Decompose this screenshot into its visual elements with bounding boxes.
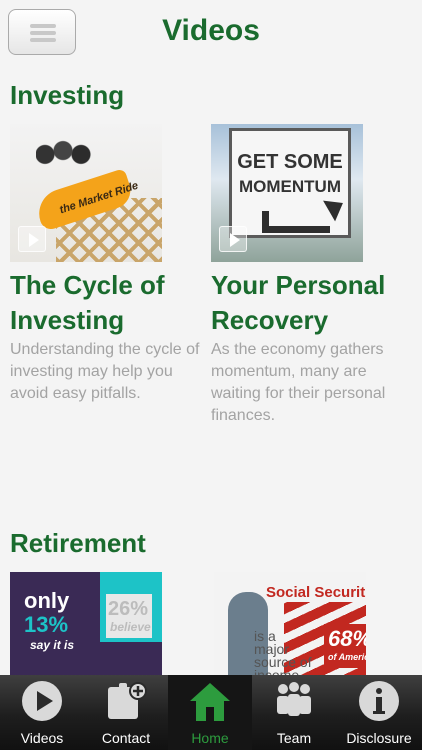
thumb-text: Social Securit bbox=[266, 584, 366, 601]
video-thumbnail[interactable]: GET SOME MOMENTUM bbox=[211, 124, 363, 262]
tab-videos[interactable]: Videos bbox=[0, 675, 84, 750]
top-bar: Videos bbox=[0, 0, 422, 64]
sign-line: GET SOME bbox=[237, 151, 343, 173]
video-description: As the economy gathers momentum, many ar… bbox=[211, 341, 386, 424]
thumb-text: only bbox=[24, 588, 70, 613]
arrow-icon bbox=[262, 211, 330, 233]
tab-label: Team bbox=[276, 730, 312, 746]
thumb-text: say it is bbox=[30, 638, 75, 652]
tab-home[interactable]: Home bbox=[168, 675, 252, 750]
thumb-text: of Americ bbox=[328, 652, 366, 662]
play-icon[interactable] bbox=[219, 226, 247, 252]
tab-label: Home bbox=[191, 730, 229, 746]
tab-label: Videos bbox=[20, 730, 64, 746]
road-sign: GET SOME MOMENTUM bbox=[229, 128, 351, 238]
thumb-text: believe bbox=[110, 620, 151, 634]
video-description: Understanding the cycle of investing may… bbox=[10, 341, 200, 402]
video-card[interactable]: GET SOME MOMENTUM Your Personal Recovery… bbox=[211, 124, 407, 427]
video-title[interactable]: Your Personal Recovery bbox=[211, 268, 407, 338]
tab-label: Contact bbox=[101, 730, 151, 746]
riders-illustration bbox=[36, 140, 96, 188]
info-icon bbox=[359, 681, 399, 721]
video-title[interactable]: The Cycle of Investing bbox=[10, 268, 206, 338]
video-thumbnail[interactable]: the Market Ride bbox=[10, 124, 162, 262]
contact-card-icon bbox=[108, 682, 147, 719]
section-title-investing: Investing bbox=[10, 80, 125, 110]
tab-bar: Videos Contact Home Team Disclosure bbox=[0, 675, 422, 750]
thumb-text: 13% bbox=[24, 612, 69, 637]
thumb-text: 26% bbox=[108, 598, 149, 620]
tab-contact[interactable]: Contact bbox=[84, 675, 168, 750]
home-icon bbox=[190, 683, 230, 721]
thumb-text: 68% bbox=[328, 626, 366, 651]
play-icon[interactable] bbox=[18, 226, 46, 252]
thumb-text: 68% of Americ bbox=[324, 624, 366, 668]
team-icon bbox=[277, 682, 311, 716]
section-title-retirement: Retirement bbox=[10, 528, 146, 558]
play-circle-icon bbox=[22, 681, 62, 721]
page-title: Videos bbox=[162, 14, 260, 47]
tab-disclosure[interactable]: Disclosure bbox=[336, 675, 422, 750]
video-card[interactable]: the Market Ride The Cycle of Investing U… bbox=[10, 124, 206, 405]
sign-line: MOMENTUM bbox=[239, 177, 341, 196]
tab-team[interactable]: Team bbox=[252, 675, 336, 750]
tab-label: Disclosure bbox=[346, 730, 412, 746]
